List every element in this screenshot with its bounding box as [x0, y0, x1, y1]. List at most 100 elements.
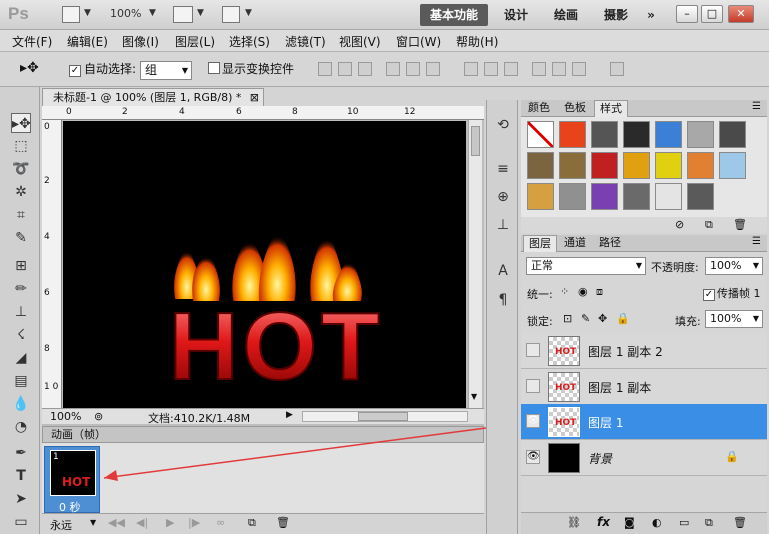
- show-transform-checkbox[interactable]: [208, 62, 220, 77]
- style-swatch[interactable]: [591, 121, 618, 148]
- horizontal-scrollbar[interactable]: [302, 411, 468, 422]
- layer-row[interactable]: 👁 背景 🔒: [521, 440, 767, 476]
- menu-window[interactable]: 窗口(W): [396, 33, 441, 50]
- propagate-frame-checkbox[interactable]: ✓: [703, 286, 715, 301]
- unify-style-icon[interactable]: ⧈: [596, 285, 603, 299]
- minimize-button[interactable]: –: [676, 5, 698, 23]
- opacity-input[interactable]: 100% ▼: [705, 257, 763, 275]
- move-tool-icon[interactable]: ▸✥: [11, 113, 31, 133]
- status-icon[interactable]: ⊚: [94, 410, 103, 423]
- first-frame-icon[interactable]: ◀◀: [108, 516, 125, 529]
- prev-frame-icon[interactable]: ◀|: [136, 516, 148, 529]
- add-mask-icon[interactable]: ◙: [624, 516, 635, 529]
- animation-frame[interactable]: 1 HOT 0 秒: [44, 446, 100, 514]
- chevron-down-icon[interactable]: ▼: [90, 518, 96, 527]
- next-frame-icon[interactable]: |▶: [188, 516, 200, 529]
- close-icon[interactable]: ⊠: [250, 89, 259, 106]
- layer-style-icon[interactable]: fx: [597, 515, 610, 529]
- style-swatch[interactable]: [655, 152, 682, 179]
- new-style-icon[interactable]: ⧉: [705, 218, 713, 232]
- style-swatch[interactable]: [655, 121, 682, 148]
- vertical-scrollbar[interactable]: ▼: [468, 120, 482, 408]
- align-right-icon[interactable]: [426, 62, 440, 76]
- more-workspaces-button[interactable]: »: [640, 4, 662, 26]
- chevron-down-icon[interactable]: ▼: [84, 8, 91, 18]
- shape-tool-icon[interactable]: ▭: [11, 512, 31, 532]
- distribute-vcenter-icon[interactable]: [484, 62, 498, 76]
- pen-tool-icon[interactable]: ✒: [11, 443, 31, 463]
- adjustment-layer-icon[interactable]: ◐: [652, 516, 662, 529]
- no-style-icon[interactable]: ⊘: [675, 218, 684, 231]
- tab-paths[interactable]: 路径: [594, 235, 626, 252]
- eye-icon[interactable]: 👁: [526, 414, 540, 428]
- tab-swatches[interactable]: 色板: [559, 100, 591, 117]
- dodge-tool-icon[interactable]: ◔: [11, 417, 31, 437]
- menu-help[interactable]: 帮助(H): [456, 33, 498, 50]
- delete-frame-icon[interactable]: 🗑: [276, 516, 290, 529]
- chevron-down-icon[interactable]: ▼: [197, 8, 204, 18]
- tab-layers[interactable]: 图层: [523, 235, 557, 252]
- workspace-design[interactable]: 设计: [498, 4, 534, 26]
- clone-stamp-tool-icon[interactable]: ⊥: [11, 302, 31, 322]
- layer-row[interactable]: HOT 图层 1 副本: [521, 369, 767, 405]
- lasso-tool-icon[interactable]: ➰: [11, 159, 31, 179]
- type-tool-icon[interactable]: T: [11, 466, 31, 486]
- menu-image[interactable]: 图像(I): [122, 33, 159, 50]
- menu-filter[interactable]: 滤镜(T): [285, 33, 326, 50]
- new-group-icon[interactable]: ▭: [679, 516, 689, 529]
- blur-tool-icon[interactable]: 💧: [11, 394, 31, 414]
- zoom-level[interactable]: 100%: [110, 7, 141, 20]
- style-swatch[interactable]: [559, 183, 586, 210]
- visibility-toggle[interactable]: [526, 379, 540, 393]
- auto-select-dropdown[interactable]: 组 ▼: [140, 61, 192, 80]
- align-vcenter-icon[interactable]: [338, 62, 352, 76]
- style-swatch[interactable]: [623, 121, 650, 148]
- style-swatch[interactable]: [687, 121, 714, 148]
- status-zoom[interactable]: 100%: [50, 410, 81, 423]
- scroll-thumb[interactable]: [471, 126, 480, 156]
- panel-menu-icon[interactable]: ☰: [752, 236, 761, 247]
- document-tab[interactable]: 未标题-1 @ 100% (图层 1, RGB/8) * ⊠: [42, 88, 264, 106]
- unify-position-icon[interactable]: ⁘: [560, 285, 569, 298]
- visibility-toggle[interactable]: [526, 343, 540, 357]
- layer-row-selected[interactable]: 👁 HOT 图层 1: [521, 404, 767, 440]
- duplicate-frame-icon[interactable]: ⧉: [248, 516, 256, 530]
- eye-icon[interactable]: 👁: [526, 450, 540, 464]
- tab-color[interactable]: 颜色: [523, 100, 555, 117]
- unify-visibility-icon[interactable]: ◉: [578, 285, 588, 298]
- delete-layer-icon[interactable]: 🗑: [733, 516, 747, 529]
- status-menu-arrow-icon[interactable]: ▶: [286, 410, 293, 420]
- brush-tool-icon[interactable]: ✏: [11, 279, 31, 299]
- arrange-documents-icon[interactable]: [173, 6, 193, 23]
- screen-mode-icon[interactable]: [222, 6, 240, 23]
- auto-align-icon[interactable]: [610, 62, 624, 76]
- crop-tool-icon[interactable]: ⌗: [11, 205, 31, 225]
- new-layer-icon[interactable]: ⧉: [705, 516, 713, 530]
- align-left-icon[interactable]: [386, 62, 400, 76]
- menu-file[interactable]: 文件(F): [12, 33, 52, 50]
- scroll-thumb[interactable]: [358, 412, 408, 421]
- style-swatch[interactable]: [591, 183, 618, 210]
- quick-select-tool-icon[interactable]: ✲: [11, 182, 31, 202]
- lock-all-icon[interactable]: 🔒: [616, 312, 630, 325]
- adjustments-panel-icon[interactable]: ≡: [494, 160, 512, 178]
- launch-bridge-icon[interactable]: [62, 6, 80, 23]
- chevron-down-icon[interactable]: ▼: [245, 8, 252, 18]
- lock-transparent-icon[interactable]: ⊡: [563, 312, 572, 325]
- style-swatch[interactable]: [527, 121, 554, 148]
- align-bottom-icon[interactable]: [358, 62, 372, 76]
- workspace-painting[interactable]: 绘画: [548, 4, 584, 26]
- lock-position-icon[interactable]: ✥: [598, 312, 607, 325]
- style-swatch[interactable]: [559, 121, 586, 148]
- style-swatch[interactable]: [623, 152, 650, 179]
- menu-view[interactable]: 视图(V): [339, 33, 381, 50]
- distribute-hcenter-icon[interactable]: [552, 62, 566, 76]
- tab-channels[interactable]: 通道: [559, 235, 591, 252]
- tab-styles[interactable]: 样式: [594, 100, 628, 117]
- marquee-tool-icon[interactable]: ⬚: [11, 136, 31, 156]
- distribute-right-icon[interactable]: [572, 62, 586, 76]
- maximize-button[interactable]: □: [701, 5, 723, 23]
- delete-style-icon[interactable]: 🗑: [733, 218, 747, 231]
- lock-pixels-icon[interactable]: ✎: [581, 312, 590, 325]
- menu-edit[interactable]: 编辑(E): [67, 33, 108, 50]
